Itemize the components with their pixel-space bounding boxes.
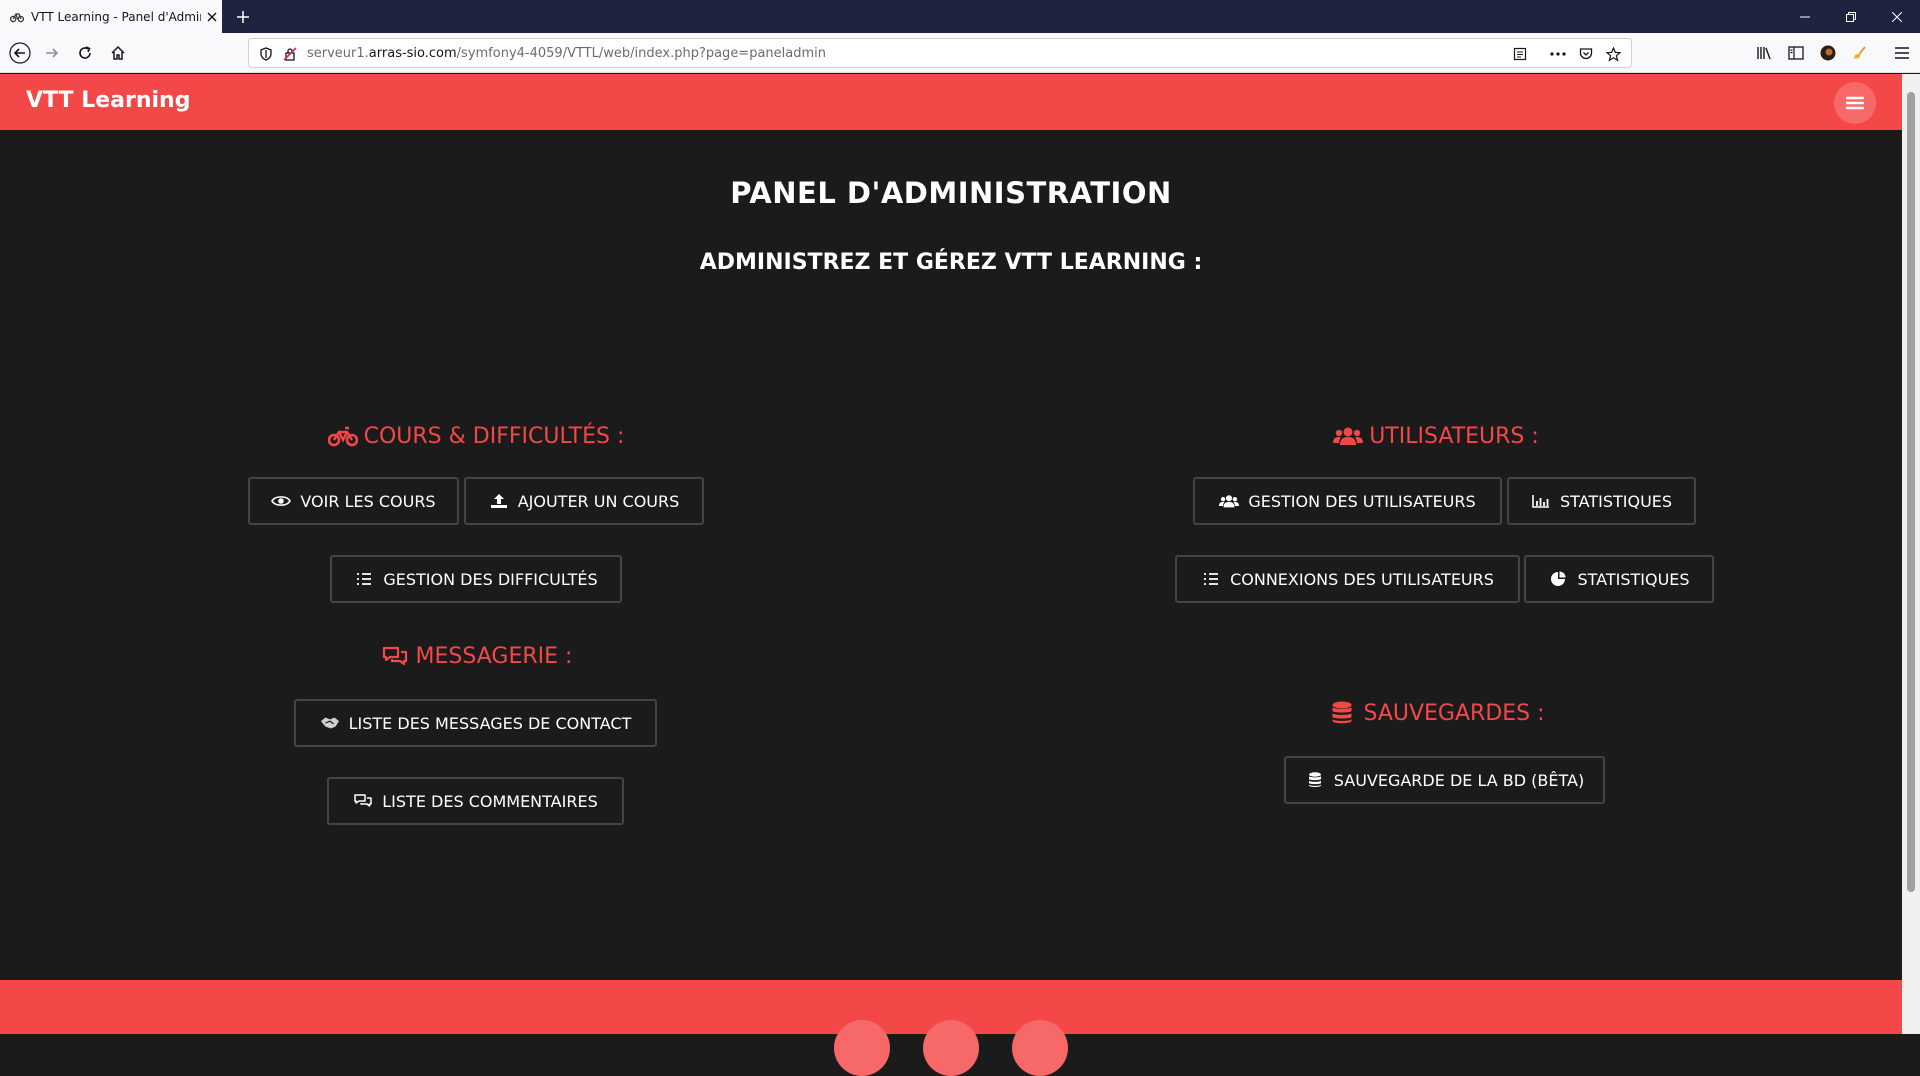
section-title-cours-label: COURS & DIFFICULTÉS : xyxy=(363,423,625,449)
sauvegarde-bd-button[interactable]: SAUVEGARDE DE LA BD (BÊTA) xyxy=(1284,756,1605,804)
voir-les-cours-button[interactable]: VOIR LES COURS xyxy=(248,477,459,525)
users-icon xyxy=(1333,423,1364,449)
social-link-2[interactable] xyxy=(923,1020,979,1076)
upload-icon xyxy=(489,492,509,510)
menu-toggle-button[interactable] xyxy=(1834,82,1876,124)
page-title: PANEL D'ADMINISTRATION xyxy=(730,176,1172,210)
handshake-icon xyxy=(320,714,340,732)
comments-outline-icon xyxy=(353,792,373,810)
connexions-des-utilisateurs-button[interactable]: CONNEXIONS DES UTILISATEURS xyxy=(1175,555,1520,603)
extension-broom-icon[interactable] xyxy=(1848,41,1872,65)
liste-messages-contact-button[interactable]: LISTE DES MESSAGES DE CONTACT xyxy=(294,699,657,747)
eye-icon xyxy=(271,492,292,510)
liste-commentaires-label: LISTE DES COMMENTAIRES xyxy=(382,791,598,811)
liste-messages-contact-label: LISTE DES MESSAGES DE CONTACT xyxy=(348,713,632,733)
section-title-messagerie: MESSAGERIE : xyxy=(276,638,676,674)
social-link-3[interactable] xyxy=(1012,1020,1068,1076)
back-icon[interactable] xyxy=(8,41,32,65)
shield-icon[interactable] xyxy=(257,45,275,63)
statistiques-connexions-button[interactable]: STATISTIQUES xyxy=(1524,555,1714,603)
forward-icon[interactable] xyxy=(40,41,64,65)
restore-icon[interactable] xyxy=(1828,0,1874,33)
ajouter-un-cours-button[interactable]: AJOUTER UN COURS xyxy=(464,477,704,525)
section-title-utilisateurs: UTILISATEURS : xyxy=(1236,418,1636,454)
bicycle-favicon-icon xyxy=(9,9,25,25)
comments-icon xyxy=(380,643,410,669)
statistiques-connexions-label: STATISTIQUES xyxy=(1577,569,1690,589)
liste-commentaires-button[interactable]: LISTE DES COMMENTAIRES xyxy=(327,777,624,825)
scrollbar-thumb[interactable] xyxy=(1907,92,1915,892)
library-icon[interactable] xyxy=(1752,41,1776,65)
statistiques-utilisateurs-label: STATISTIQUES xyxy=(1559,491,1673,511)
tab-title: VTT Learning - Panel d'Administration xyxy=(31,9,201,24)
page-scrollbar[interactable] xyxy=(1902,74,1920,1034)
close-tab-icon[interactable] xyxy=(205,10,219,24)
social-link-1[interactable] xyxy=(834,1020,890,1076)
pocket-icon[interactable] xyxy=(1577,45,1595,63)
hamburger-icon xyxy=(1846,96,1864,110)
browser-tab[interactable]: VTT Learning - Panel d'Administration xyxy=(0,0,222,33)
reload-icon[interactable] xyxy=(73,41,97,65)
gestion-des-utilisateurs-button[interactable]: GESTION DES UTILISATEURS xyxy=(1193,477,1502,525)
minimize-icon[interactable] xyxy=(1782,0,1828,33)
site-brand[interactable]: VTT Learning xyxy=(26,88,190,113)
gestion-des-difficultes-button[interactable]: GESTION DES DIFFICULTÉS xyxy=(330,555,622,603)
page-subtitle: ADMINISTREZ ET GÉREZ VTT LEARNING : xyxy=(699,250,1203,275)
site-header: VTT Learning xyxy=(0,74,1902,130)
address-bar[interactable]: serveur1.arras-sio.com/symfony4-4059/VTT… xyxy=(248,38,1632,68)
more-actions-icon[interactable] xyxy=(1549,45,1567,63)
new-tab-icon[interactable] xyxy=(232,6,254,28)
voir-les-cours-label: VOIR LES COURS xyxy=(300,491,436,511)
bicycle-icon xyxy=(327,423,358,449)
sauvegarde-bd-label: SAUVEGARDE DE LA BD (BÊTA) xyxy=(1333,770,1585,790)
connexions-des-utilisateurs-label: CONNEXIONS DES UTILISATEURS xyxy=(1230,569,1494,589)
close-window-icon[interactable] xyxy=(1874,0,1920,33)
database-small-icon xyxy=(1305,771,1325,789)
section-title-utilisateurs-label: UTILISATEURS : xyxy=(1369,423,1539,449)
pie-chart-icon xyxy=(1548,570,1568,588)
users-small-icon xyxy=(1219,492,1240,510)
browser-tabstrip: VTT Learning - Panel d'Administration xyxy=(0,0,1920,33)
browser-navbar: serveur1.arras-sio.com/symfony4-4059/VTT… xyxy=(0,33,1920,73)
section-title-messagerie-label: MESSAGERIE : xyxy=(415,643,573,669)
account-avatar-icon[interactable] xyxy=(1816,41,1840,65)
bar-chart-icon xyxy=(1531,492,1551,510)
gestion-des-difficultes-label: GESTION DES DIFFICULTÉS xyxy=(383,569,598,589)
list-ul-icon xyxy=(1201,570,1221,588)
ajouter-un-cours-label: AJOUTER UN COURS xyxy=(517,491,680,511)
section-title-sauvegardes-label: SAUVEGARDES : xyxy=(1363,700,1545,726)
admin-panel-main: PANEL D'ADMINISTRATION ADMINISTREZ ET GÉ… xyxy=(0,130,1902,980)
statistiques-utilisateurs-button[interactable]: STATISTIQUES xyxy=(1507,477,1696,525)
gestion-des-utilisateurs-label: GESTION DES UTILISATEURS xyxy=(1248,491,1476,511)
url-text: serveur1.arras-sio.com/symfony4-4059/VTT… xyxy=(307,45,827,61)
sidebar-icon[interactable] xyxy=(1784,41,1808,65)
list-icon xyxy=(354,570,374,588)
insecure-lock-icon[interactable] xyxy=(281,45,299,63)
reader-view-icon[interactable] xyxy=(1511,45,1529,63)
section-title-cours: COURS & DIFFICULTÉS : xyxy=(276,418,676,454)
database-icon xyxy=(1327,700,1357,726)
app-menu-icon[interactable] xyxy=(1890,41,1914,65)
section-title-sauvegardes: SAUVEGARDES : xyxy=(1236,695,1636,731)
site-footer xyxy=(0,980,1902,1076)
home-icon[interactable] xyxy=(106,41,130,65)
bookmark-star-icon[interactable] xyxy=(1604,45,1622,63)
